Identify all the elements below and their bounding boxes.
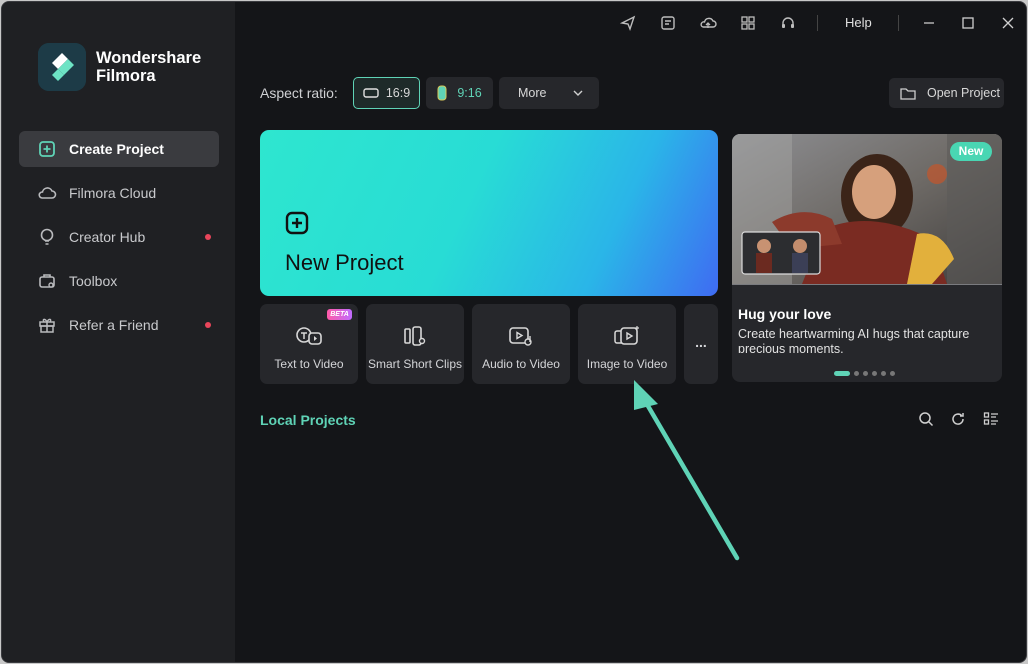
carousel-dot[interactable] [890, 371, 895, 376]
sidebar-item-create-project[interactable]: Create Project [19, 131, 219, 167]
landscape-icon [363, 88, 379, 98]
audio-to-video-button[interactable]: Audio to Video [472, 304, 570, 384]
carousel-dot[interactable] [872, 371, 877, 376]
divider [898, 15, 899, 31]
promo-description: Create heartwarming AI hugs that capture… [738, 327, 970, 353]
more-ratio-dropdown[interactable]: More [499, 77, 599, 109]
carousel-dots [834, 371, 899, 376]
new-project-card[interactable]: New Project [260, 130, 718, 296]
tool-label: Smart Short Clips [367, 357, 463, 371]
headset-icon[interactable] [779, 14, 797, 32]
app-name-line1: Wondershare [96, 49, 202, 67]
promo-card[interactable]: New Hug your love Create heartwarming AI… [732, 134, 1002, 382]
carousel-dot[interactable] [881, 371, 886, 376]
cloud-icon [37, 183, 57, 203]
folder-icon [900, 87, 916, 100]
open-project-label: Open Project [927, 86, 1000, 100]
lightbulb-icon [37, 227, 57, 247]
text-to-video-icon [295, 324, 323, 348]
sidebar-item-refer-a-friend[interactable]: Refer a Friend [19, 307, 219, 343]
gift-icon [37, 315, 57, 335]
sidebar-nav: Create Project Filmora Cloud Creator Hub [19, 131, 219, 351]
tool-label: Audio to Video [482, 357, 560, 371]
local-projects-title: Local Projects [260, 412, 356, 428]
divider [732, 284, 1002, 285]
clipboard-icon[interactable] [659, 14, 677, 32]
sidebar-item-creator-hub[interactable]: Creator Hub [19, 219, 219, 255]
aspect-16-9-label: 16:9 [385, 86, 411, 100]
sidebar-item-label: Create Project [69, 141, 164, 157]
aspect-16-9-button[interactable]: 16:9 [353, 77, 420, 109]
tool-label: Text to Video [274, 357, 344, 371]
beta-badge: BETA [327, 309, 352, 320]
more-tools-button[interactable]: ... [684, 304, 718, 384]
app-logo: Wondershare Filmora [38, 43, 201, 91]
toolbox-icon [37, 271, 57, 291]
app-name-line2: Filmora [96, 67, 156, 85]
text-to-video-button[interactable]: BETA Text to Video [260, 304, 358, 384]
more-dots-icon: ... [695, 334, 707, 350]
notification-dot [205, 322, 211, 328]
list-view-icon[interactable] [982, 410, 1000, 428]
sidebar: Wondershare Filmora Create Project Filmo… [2, 2, 235, 662]
title-bar: Help [235, 2, 1026, 44]
plus-square-icon [37, 139, 57, 159]
aspect-9-16-button[interactable]: 9:16 [426, 77, 493, 109]
add-square-icon [285, 211, 309, 240]
sidebar-item-filmora-cloud[interactable]: Filmora Cloud [19, 175, 219, 211]
tool-label: Image to Video [586, 357, 668, 371]
sidebar-item-label: Refer a Friend [69, 317, 159, 333]
sidebar-item-label: Toolbox [69, 273, 118, 289]
sidebar-item-label: Creator Hub [69, 229, 146, 245]
more-label: More [518, 86, 547, 100]
aspect-ratio-label: Aspect ratio: [260, 85, 338, 101]
send-icon[interactable] [619, 14, 637, 32]
maximize-icon[interactable] [959, 14, 977, 32]
help-button[interactable]: Help [845, 15, 872, 30]
image-to-video-icon [613, 324, 641, 348]
filmora-logo-icon [38, 43, 86, 91]
cloud-upload-icon[interactable] [699, 14, 717, 32]
open-project-button[interactable]: Open Project [889, 78, 1004, 108]
new-badge: New [950, 142, 992, 161]
sidebar-item-label: Filmora Cloud [69, 185, 157, 201]
app-window: Wondershare Filmora Create Project Filmo… [1, 1, 1027, 663]
smart-clips-icon [401, 324, 429, 348]
minimize-icon[interactable] [920, 14, 938, 32]
carousel-dot[interactable] [854, 371, 859, 376]
refresh-icon[interactable] [949, 410, 967, 428]
promo-image: New [732, 134, 1002, 284]
aspect-9-16-label: 9:16 [457, 86, 482, 100]
image-to-video-button[interactable]: Image to Video [578, 304, 676, 384]
close-icon[interactable] [999, 14, 1017, 32]
divider [817, 15, 818, 31]
sidebar-item-toolbox[interactable]: Toolbox [19, 263, 219, 299]
search-icon[interactable] [917, 410, 935, 428]
new-project-label: New Project [285, 250, 404, 275]
carousel-dot[interactable] [834, 371, 850, 376]
carousel-dot[interactable] [863, 371, 868, 376]
audio-to-video-icon [507, 324, 535, 348]
smart-short-clips-button[interactable]: Smart Short Clips [366, 304, 464, 384]
promo-title: Hug your love [738, 306, 832, 322]
notification-dot [205, 234, 211, 240]
chevron-down-icon [573, 90, 583, 96]
grid-icon[interactable] [739, 14, 757, 32]
portrait-icon [437, 85, 447, 101]
app-name: Wondershare Filmora [96, 49, 201, 85]
